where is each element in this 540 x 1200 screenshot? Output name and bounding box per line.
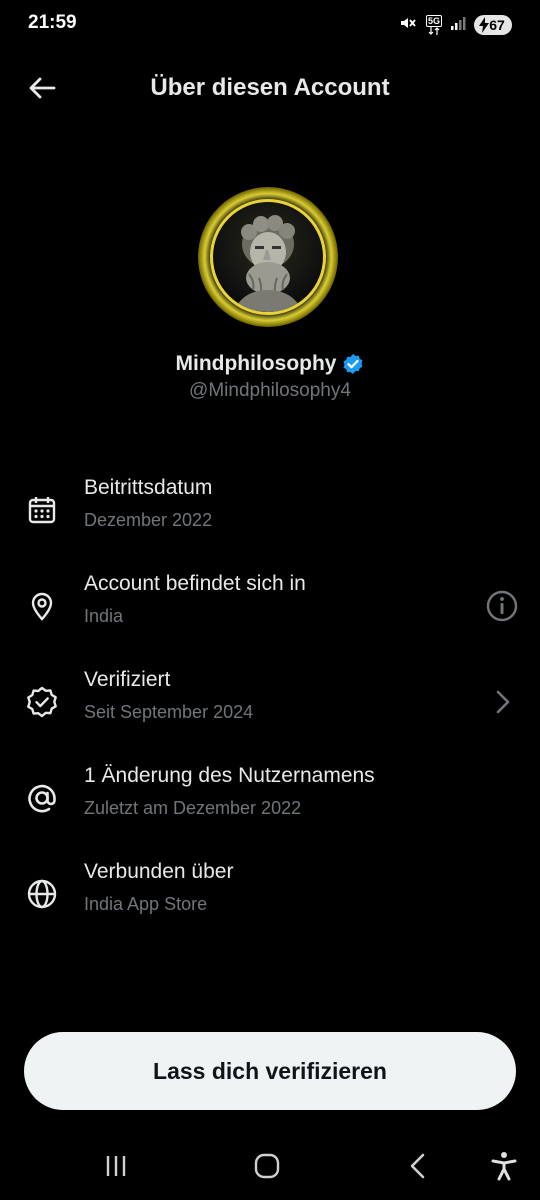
accessibility-icon[interactable] [484,1148,524,1184]
recent-apps-icon[interactable] [96,1148,136,1184]
info-subtitle: India App Store [84,894,208,914]
signal-icon [450,15,466,36]
info-title: Verifiziert [84,668,171,691]
battery-icon: 67 [474,15,512,35]
get-verified-button[interactable]: Lass dich verifizieren [24,1032,516,1110]
info-icon[interactable] [482,586,522,626]
at-sign-icon [22,778,62,818]
chevron-right-icon[interactable] [482,682,522,722]
status-time: 21:59 [28,12,77,33]
statue-bust-image [233,215,303,312]
system-nav-bar [0,1130,540,1200]
back-icon[interactable] [398,1148,438,1184]
verified-badge-outline-icon [22,682,62,722]
avatar [210,199,326,315]
info-title: Beitrittsdatum [84,476,213,499]
calendar-icon [22,490,62,530]
top-app-bar: Über diesen Account [0,60,540,116]
info-title: Account befindet sich in [84,572,306,595]
status-bar: 21:59 5G 67 [0,0,540,50]
5g-icon: 5G [425,15,442,35]
info-item-verified[interactable]: Verifiziert Seit September 2024 [0,668,540,748]
location-pin-icon [22,586,62,626]
info-subtitle: Zuletzt am Dezember 2022 [84,798,302,818]
verified-badge-icon [343,354,363,374]
handle: @Mindphilosophy4 [189,380,351,401]
info-item-join-date: Beitrittsdatum Dezember 2022 [0,476,540,556]
info-title: Verbunden über [84,860,234,883]
display-name: Mindphilosophy [175,352,337,375]
status-icons: 5G 67 [398,13,512,37]
info-subtitle: India [84,606,124,626]
info-item-username-changes: 1 Änderung des Nutzernamens Zuletzt am D… [0,764,540,844]
info-subtitle: Seit September 2024 [84,702,254,722]
home-icon[interactable] [247,1148,287,1184]
info-item-location: Account befindet sich in India [0,572,540,652]
display-name-row: Mindphilosophy [0,352,540,376]
page-title: Über diesen Account [150,74,390,101]
info-item-connected-via: Verbunden über India App Store [0,860,540,940]
avatar-container[interactable] [198,187,338,327]
about-account-screen: 21:59 5G 67 Über diesen Account Mindphil… [0,0,540,1200]
info-title: 1 Änderung des Nutzernamens [84,764,375,787]
mute-icon [398,13,418,38]
info-subtitle: Dezember 2022 [84,510,213,530]
globe-icon [22,874,62,914]
